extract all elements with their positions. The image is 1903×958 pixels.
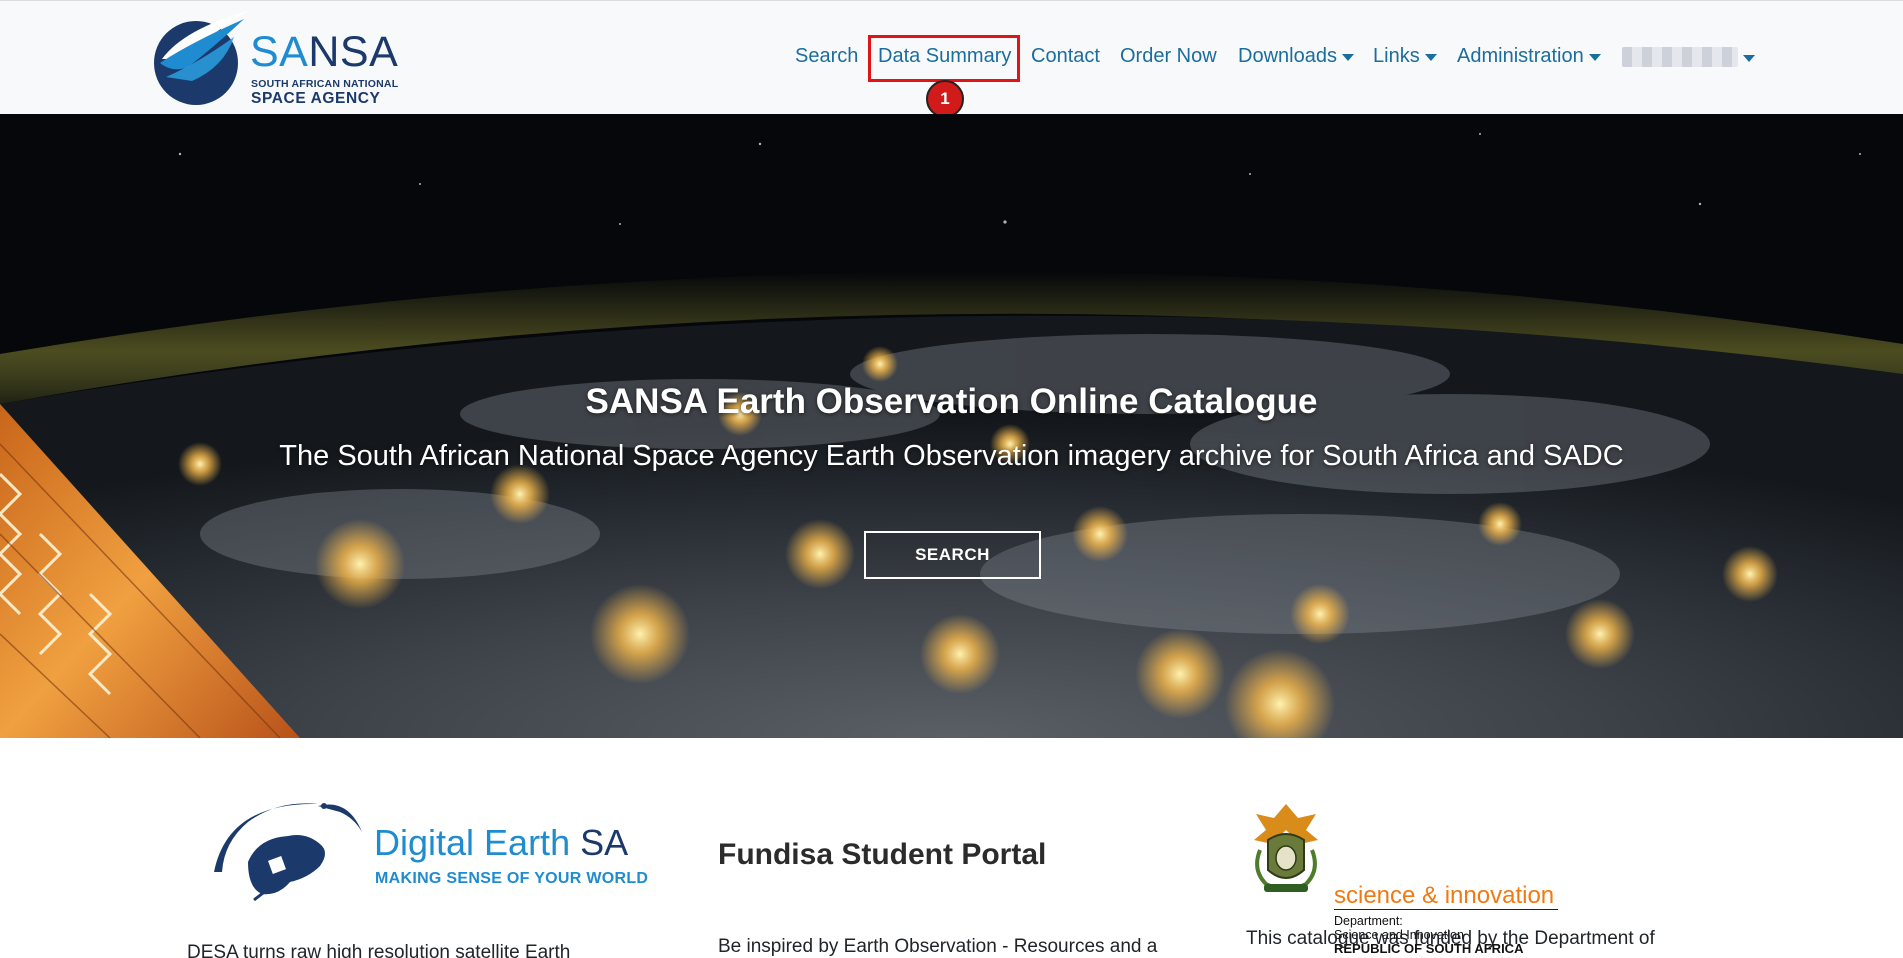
- caret-down-icon: [1424, 54, 1437, 61]
- dsi-logo-line1: Department:: [1334, 914, 1403, 928]
- brand-name: SANSA: [250, 28, 399, 76]
- fundisa-card-text: Be inspired by Earth Observation - Resou…: [718, 936, 1158, 957]
- nav-downloads-label: Downloads: [1238, 45, 1337, 67]
- brand-subtitle-line2: SPACE AGENCY: [251, 90, 381, 107]
- hero-banner: SANSA Earth Observation Online Catalogue…: [0, 114, 1903, 738]
- nav-administration-label: Administration: [1457, 45, 1584, 67]
- caret-down-icon: [1588, 54, 1601, 61]
- nav-links-label: Links: [1373, 45, 1420, 67]
- desa-card-text: DESA turns raw high resolution satellite…: [187, 942, 571, 958]
- nav-administration[interactable]: Administration: [1447, 45, 1611, 68]
- caret-down-icon: [1341, 54, 1354, 61]
- hero-search-button[interactable]: SEARCH: [864, 531, 1041, 579]
- nav-data-summary[interactable]: Data Summary: [868, 45, 1021, 68]
- fundisa-card: Fundisa Student Portal Be inspired by Ea…: [680, 738, 1240, 958]
- nav-links[interactable]: Links: [1363, 45, 1447, 68]
- coat-of-arms-icon: [1254, 804, 1318, 892]
- sansa-logo[interactable]: SANSA SOUTH AFRICAN NATIONAL SPACE AGENC…: [144, 7, 398, 107]
- sansa-emblem-icon: [154, 11, 248, 105]
- desa-africa-icon: [214, 803, 362, 902]
- dsi-logo[interactable]: science & innovation Department: Science…: [1246, 798, 1576, 956]
- earth-night-image: [0, 114, 1903, 738]
- nav-order-now[interactable]: Order Now: [1110, 45, 1227, 68]
- fundisa-heading[interactable]: Fundisa Student Portal: [718, 838, 1046, 872]
- desa-logo-tagline: MAKING SENSE OF YOUR WORLD: [375, 870, 649, 887]
- dsi-card: science & innovation Department: Science…: [1246, 738, 1903, 958]
- nav-user-menu[interactable]: [1612, 47, 1765, 67]
- nav-search[interactable]: Search: [785, 45, 868, 68]
- nav-contact[interactable]: Contact: [1021, 45, 1110, 68]
- dsi-logo-divider: [1334, 909, 1558, 910]
- nav-downloads[interactable]: Downloads: [1228, 45, 1364, 68]
- desa-logo-name: Digital Earth SA: [374, 822, 629, 863]
- caret-down-icon: [1743, 54, 1755, 62]
- desa-card: Digital Earth SA MAKING SENSE OF YOUR WO…: [0, 738, 680, 958]
- brand-subtitle-line1: SOUTH AFRICAN NATIONAL: [251, 78, 399, 90]
- user-name-redacted: [1622, 47, 1738, 67]
- dsi-logo-title: science & innovation: [1334, 882, 1555, 909]
- desa-logo[interactable]: Digital Earth SA MAKING SENSE OF YOUR WO…: [208, 792, 648, 902]
- hero-title: SANSA Earth Observation Online Catalogue: [585, 382, 1318, 421]
- highlight-badge: 1: [926, 80, 964, 118]
- hero-subtitle: The South African National Space Agency …: [279, 440, 1624, 472]
- dsi-card-text: This catalogue was funded by the Departm…: [1246, 928, 1655, 949]
